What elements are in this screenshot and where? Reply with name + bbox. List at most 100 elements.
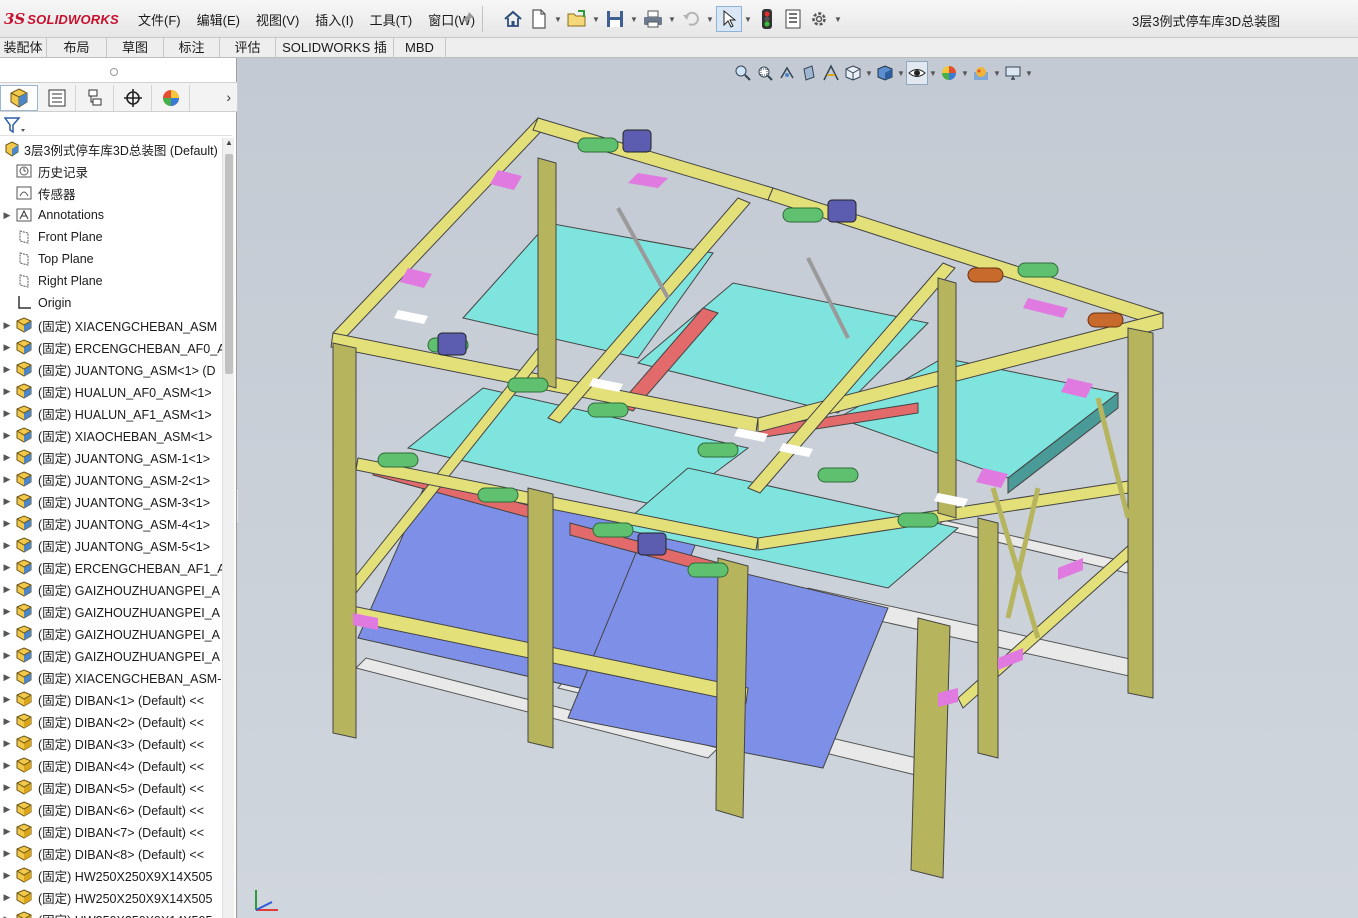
tree-item[interactable]: ▶ (固定) JUANTONG_ASM-4<1> <box>0 512 222 534</box>
parking-garage-3d-model[interactable] <box>238 58 1358 918</box>
expand-arrow-icon[interactable]: ▶ <box>0 584 14 595</box>
tree-item[interactable]: ▶ (固定) DIBAN<3> (Default) << <box>0 732 222 754</box>
tree-item[interactable]: ▶ (固定) JUANTONG_ASM-3<1> <box>0 490 222 512</box>
chevron-right-icon[interactable]: › <box>226 89 231 105</box>
tab-layout[interactable]: 布局 <box>47 38 107 58</box>
menu-insert[interactable]: 插入(I) <box>307 12 361 30</box>
expand-arrow-icon[interactable]: ▶ <box>0 782 14 793</box>
display-manager-icon[interactable] <box>152 85 190 111</box>
undo-icon[interactable] <box>678 6 704 32</box>
expand-arrow-icon[interactable]: ▶ <box>0 606 14 617</box>
tree-item[interactable]: ▶ (固定) HW250X250X9X14X505 <box>0 864 222 886</box>
expand-arrow-icon[interactable]: ▶ <box>0 628 14 639</box>
tab-markup[interactable]: 标注 <box>164 38 220 58</box>
expand-arrow-icon[interactable]: ▶ <box>0 870 14 881</box>
dimxpert-icon[interactable] <box>114 85 152 111</box>
tree-item[interactable]: Front Plane <box>0 226 222 248</box>
tab-evaluate[interactable]: 评估 <box>220 38 276 58</box>
tree-item[interactable]: 历史记录 <box>0 160 222 182</box>
tree-item[interactable]: ▶ (固定) XIACENGCHEBAN_ASM- <box>0 666 222 688</box>
expand-arrow-icon[interactable]: ▶ <box>0 518 14 529</box>
tree-item[interactable]: ▶ (固定) HW250X250X9X14X505 <box>0 886 222 908</box>
tree-item[interactable]: ▶ (固定) JUANTONG_ASM-1<1> <box>0 446 222 468</box>
featuremanager-icon[interactable] <box>0 85 38 111</box>
expand-arrow-icon[interactable]: ▶ <box>0 452 14 463</box>
expand-arrow-icon[interactable]: ▶ <box>0 760 14 771</box>
expand-arrow-icon[interactable]: ▶ <box>0 650 14 661</box>
chevron-down-icon[interactable]: ▼ <box>832 6 844 32</box>
tab-mbd[interactable]: MBD <box>394 38 446 58</box>
tree-item[interactable]: ▶ (固定) DIBAN<1> (Default) << <box>0 688 222 710</box>
menu-view[interactable]: 视图(V) <box>248 12 307 30</box>
expand-arrow-icon[interactable]: ▶ <box>0 716 14 727</box>
expand-arrow-icon[interactable]: ▶ <box>0 848 14 859</box>
tree-item[interactable]: ▶ (固定) XIAOCHEBAN_ASM<1> <box>0 424 222 446</box>
save-icon[interactable] <box>602 6 628 32</box>
expand-arrow-icon[interactable]: ▶ <box>0 892 14 903</box>
panel-grip-handle[interactable] <box>110 68 118 76</box>
expand-arrow-icon[interactable]: ▶ <box>0 738 14 749</box>
tree-item[interactable]: Right Plane <box>0 270 222 292</box>
tree-item[interactable]: ▶ (固定) JUANTONG_ASM<1> (D <box>0 358 222 380</box>
tree-root[interactable]: 3层3例式停车库3D总装图 (Default) <box>0 138 222 160</box>
tree-item[interactable]: ▶ (固定) ERCENGCHEBAN_AF1_A <box>0 556 222 578</box>
propertymanager-icon[interactable] <box>38 85 76 111</box>
tree-item[interactable]: 传感器 <box>0 182 222 204</box>
tree-scrollbar[interactable]: ▲ <box>222 138 234 918</box>
expand-arrow-icon[interactable]: ▶ <box>0 386 14 397</box>
new-document-icon[interactable] <box>526 6 552 32</box>
options-gear-icon[interactable] <box>806 6 832 32</box>
expand-arrow-icon[interactable]: ▶ <box>0 364 14 375</box>
scroll-up-icon[interactable]: ▲ <box>223 138 235 152</box>
scrollbar-thumb[interactable] <box>225 154 233 374</box>
traffic-light-icon[interactable] <box>754 6 780 32</box>
tab-sketch[interactable]: 草图 <box>107 38 164 58</box>
expand-arrow-icon[interactable]: ▶ <box>0 408 14 419</box>
expand-arrow-icon[interactable]: ▶ <box>0 914 14 918</box>
expand-arrow-icon[interactable]: ▶ <box>0 672 14 683</box>
expand-arrow-icon[interactable]: ▶ <box>0 562 14 573</box>
tree-item[interactable]: ▶ (固定) DIBAN<2> (Default) << <box>0 710 222 732</box>
menu-file[interactable]: 文件(F) <box>130 12 189 30</box>
select-cursor-icon[interactable] <box>716 6 742 32</box>
file-properties-icon[interactable] <box>780 6 806 32</box>
solidworks-logo[interactable]: 3S SOLIDWORKS <box>4 10 119 28</box>
home-icon[interactable] <box>500 6 526 32</box>
tree-item[interactable]: ▶ (固定) HUALUN_AF1_ASM<1> <box>0 402 222 424</box>
tree-item[interactable]: ▶ (固定) ERCENGCHEBAN_AF0_A <box>0 336 222 358</box>
tree-item[interactable]: Origin <box>0 292 222 314</box>
tree-item[interactable]: ▶ (固定) GAIZHOUZHUANGPEI_A <box>0 644 222 666</box>
chevron-down-icon[interactable]: ▼ <box>666 6 678 32</box>
expand-arrow-icon[interactable]: ▶ <box>0 496 14 507</box>
expand-arrow-icon[interactable]: ▶ <box>0 826 14 837</box>
tree-item[interactable]: ▶ (固定) GAIZHOUZHUANGPEI_A <box>0 600 222 622</box>
tree-item[interactable]: ▶ (固定) DIBAN<5> (Default) << <box>0 776 222 798</box>
expand-arrow-icon[interactable]: ▶ <box>0 430 14 441</box>
chevron-down-icon[interactable]: ▼ <box>704 6 716 32</box>
menu-edit[interactable]: 编辑(E) <box>189 12 248 30</box>
expand-arrow-icon[interactable]: ▶ <box>0 320 14 331</box>
graphics-viewport[interactable]: ▼ ▼ ▼ ▼ ▼ ▼ <box>238 58 1358 918</box>
open-icon[interactable] <box>564 6 590 32</box>
tree-filter[interactable] <box>0 114 232 136</box>
expand-arrow-icon[interactable]: ▶ <box>0 540 14 551</box>
tree-item[interactable]: Top Plane <box>0 248 222 270</box>
tree-item[interactable]: ▶ (固定) DIBAN<4> (Default) << <box>0 754 222 776</box>
expand-arrow-icon[interactable]: ▶ <box>0 694 14 705</box>
tab-assembly[interactable]: 装配体 <box>0 38 47 58</box>
expand-arrow-icon[interactable]: ▶ <box>0 804 14 815</box>
chevron-down-icon[interactable]: ▼ <box>628 6 640 32</box>
tree-item[interactable]: ▶ Annotations <box>0 204 222 226</box>
tree-item[interactable]: ▶ (固定) JUANTONG_ASM-5<1> <box>0 534 222 556</box>
expand-arrow-icon[interactable]: ▶ <box>0 342 14 353</box>
pin-icon[interactable] <box>461 11 475 25</box>
tree-item[interactable]: ▶ (固定) HW250X250X9X14X505 <box>0 908 222 918</box>
chevron-down-icon[interactable]: ▼ <box>552 6 564 32</box>
tree-item[interactable]: ▶ (固定) DIBAN<6> (Default) << <box>0 798 222 820</box>
expand-arrow-icon[interactable]: ▶ <box>0 210 14 221</box>
tree-item[interactable]: ▶ (固定) XIACENGCHEBAN_ASM <box>0 314 222 336</box>
menu-tools[interactable]: 工具(T) <box>362 12 421 30</box>
tree-item[interactable]: ▶ (固定) DIBAN<8> (Default) << <box>0 842 222 864</box>
tree-item[interactable]: ▶ (固定) GAIZHOUZHUANGPEI_A <box>0 578 222 600</box>
tab-addins[interactable]: SOLIDWORKS 插件 <box>276 38 394 74</box>
